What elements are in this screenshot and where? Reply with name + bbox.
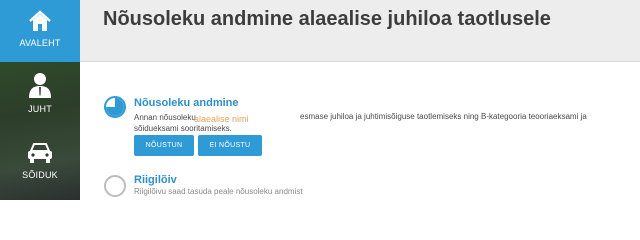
consent-text-suffix: esmase juhiloa ja juhtimisõiguse taotlem… xyxy=(300,112,587,121)
home-icon xyxy=(28,10,52,34)
sidebar-item-label: SÕIDUK xyxy=(22,170,58,180)
disagree-button[interactable]: EI NÕUSTU xyxy=(198,135,262,156)
fee-description: Riigilõivu saad tasuda peale nõusoleku a… xyxy=(134,187,303,196)
step-title-fee: Riigilõiv xyxy=(134,174,177,186)
sidebar-item-soiduk[interactable]: SÕIDUK xyxy=(0,142,80,190)
step-title-consent: Nõusoleku andmine xyxy=(134,97,239,109)
step-progress-icon xyxy=(104,96,126,118)
sidebar-item-label: JUHT xyxy=(28,104,52,114)
consent-text-line2: sõidueksami sooritamiseks. xyxy=(134,124,232,133)
sidebar: AVALEHT JUHT SÕIDUK xyxy=(0,0,80,200)
page-header: Nõusoleku andmine alaealise juhiloa taot… xyxy=(80,0,640,62)
sidebar-item-avaleht[interactable]: AVALEHT xyxy=(0,0,80,62)
page-title: Nõusoleku andmine alaealise juhiloa taot… xyxy=(103,8,551,30)
car-icon xyxy=(26,142,54,166)
sidebar-item-label: AVALEHT xyxy=(19,38,61,48)
sidebar-item-juht[interactable]: JUHT xyxy=(0,72,80,124)
person-icon xyxy=(27,72,53,100)
agree-button[interactable]: NÕUSTUN xyxy=(134,135,194,156)
step-pending-icon xyxy=(104,175,126,197)
